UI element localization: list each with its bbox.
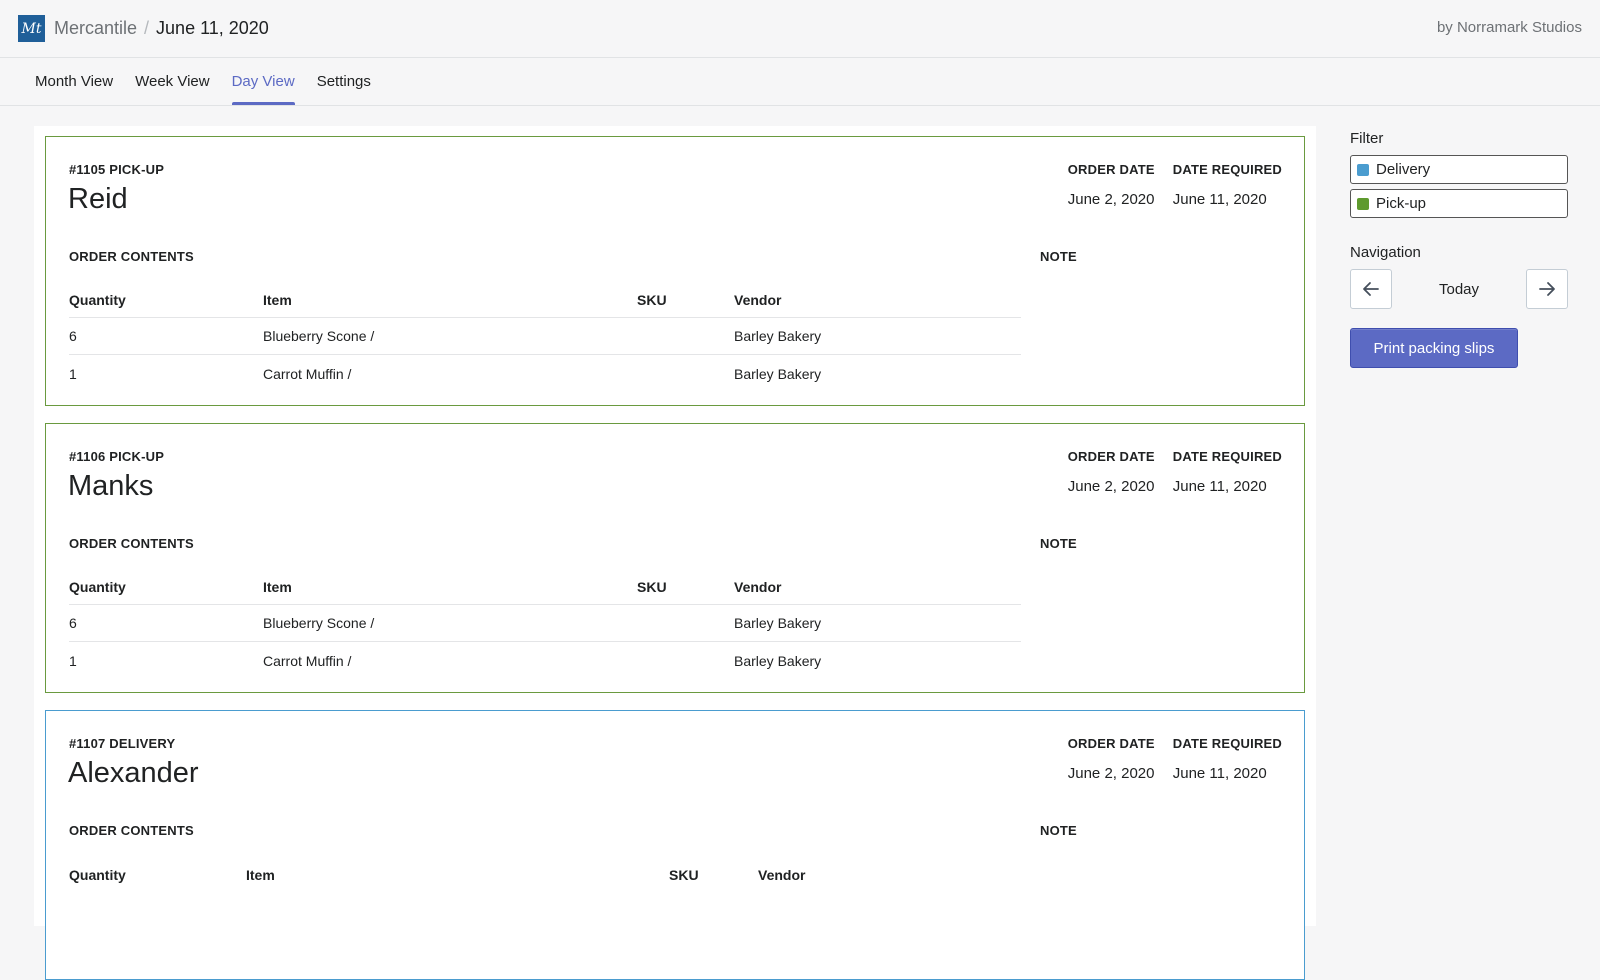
order-date-label: ORDER DATE — [1067, 162, 1155, 177]
cell-item: Carrot Muffin / — [263, 652, 352, 669]
order-dates: ORDER DATE June 2, 2020 DATE REQUIRED Ju… — [1068, 736, 1282, 782]
date-required-value: June 11, 2020 — [1172, 478, 1267, 495]
date-required-value: June 11, 2020 — [1172, 191, 1267, 208]
col-vendor: Vendor — [758, 866, 806, 883]
order-items-table: Quantity Item SKU Vendor 6 Blueberry Sco… — [69, 283, 1021, 392]
date-required-label: DATE REQUIRED — [1172, 449, 1282, 464]
table-header: Quantity Item SKU Vendor — [69, 570, 1021, 605]
table-row: 6 Blueberry Scone / Barley Bakery — [69, 605, 1021, 642]
pickup-swatch-icon — [1357, 197, 1369, 210]
order-dates: ORDER DATE June 2, 2020 DATE REQUIRED Ju… — [1068, 449, 1282, 495]
cell-vendor: Barley Bakery — [734, 365, 822, 382]
customer-name: Manks — [68, 470, 154, 502]
filter-delivery-label: Delivery — [1376, 161, 1431, 178]
filter-heading: Filter — [1350, 130, 1384, 147]
order-number-type: #1107 DELIVERY — [69, 736, 176, 751]
date-required: DATE REQUIRED June 11, 2020 — [1173, 736, 1282, 782]
col-sku: SKU — [669, 866, 699, 883]
byline: by Norramark Studios — [1436, 19, 1582, 36]
orders-panel: #1105 PICK-UP Reid ORDER DATE June 2, 20… — [34, 126, 1316, 980]
navigation-heading: Navigation — [1350, 244, 1421, 261]
col-sku: SKU — [637, 579, 667, 595]
col-sku: SKU — [637, 292, 667, 308]
table-row: 1 Carrot Muffin / Barley Bakery — [69, 642, 1021, 679]
order-contents-label: ORDER CONTENTS — [69, 823, 194, 838]
order-date-label: ORDER DATE — [1067, 449, 1155, 464]
date-required: DATE REQUIRED June 11, 2020 — [1173, 162, 1282, 208]
date-required-label: DATE REQUIRED — [1172, 736, 1282, 751]
sidebar: Filter Delivery Pick-up Navigation Today… — [1350, 130, 1568, 368]
order-date: ORDER DATE June 2, 2020 — [1068, 736, 1155, 782]
col-vendor: Vendor — [734, 292, 782, 308]
breadcrumb-separator: / — [144, 18, 150, 38]
note-label: NOTE — [1040, 536, 1077, 551]
order-card: #1106 PICK-UP Manks ORDER DATE June 2, 2… — [45, 423, 1305, 693]
top-bar: Mt Mercantile / June 11, 2020 by Norrama… — [0, 0, 1600, 58]
table-header: Quantity Item SKU Vendor — [69, 283, 1021, 318]
table-header: Quantity Item SKU Vendor — [69, 857, 1021, 892]
cell-item: Blueberry Scone / — [263, 615, 375, 631]
col-item: Item — [263, 579, 292, 595]
table-row: 1 Carrot Muffin / Barley Bakery — [69, 355, 1021, 392]
cell-quantity: 1 — [69, 365, 77, 382]
date-required: DATE REQUIRED June 11, 2020 — [1173, 449, 1282, 495]
cell-vendor: Barley Bakery — [734, 615, 822, 631]
order-date-value: June 2, 2020 — [1067, 478, 1155, 495]
today-button[interactable]: Today — [1439, 281, 1479, 298]
col-quantity: Quantity — [69, 579, 126, 595]
order-dates: ORDER DATE June 2, 2020 DATE REQUIRED Ju… — [1068, 162, 1282, 208]
order-date-value: June 2, 2020 — [1067, 765, 1155, 782]
order-card: #1107 DELIVERY Alexander ORDER DATE June… — [45, 710, 1305, 980]
order-date: ORDER DATE June 2, 2020 — [1068, 162, 1155, 208]
next-day-button[interactable] — [1526, 269, 1568, 309]
note-label: NOTE — [1040, 823, 1077, 838]
note-label: NOTE — [1040, 249, 1077, 264]
app-logo[interactable]: Mt — [18, 15, 45, 42]
cell-item: Blueberry Scone / — [263, 328, 375, 344]
order-items-table: Quantity Item SKU Vendor — [69, 857, 1021, 892]
cell-quantity: 6 — [69, 615, 77, 631]
date-required-label: DATE REQUIRED — [1172, 162, 1282, 177]
customer-name: Reid — [68, 183, 128, 215]
date-navigation: Today — [1350, 269, 1568, 309]
delivery-swatch-icon — [1357, 163, 1369, 176]
col-quantity: Quantity — [69, 866, 126, 883]
filter-delivery[interactable]: Delivery — [1350, 155, 1568, 184]
cell-quantity: 1 — [69, 652, 77, 669]
cell-vendor: Barley Bakery — [734, 328, 822, 344]
order-items-table: Quantity Item SKU Vendor 6 Blueberry Sco… — [69, 570, 1021, 679]
order-number-type: #1106 PICK-UP — [69, 449, 165, 464]
order-date-value: June 2, 2020 — [1067, 191, 1155, 208]
cell-quantity: 6 — [69, 328, 77, 344]
customer-name: Alexander — [68, 757, 199, 789]
cell-item: Carrot Muffin / — [263, 365, 352, 382]
col-item: Item — [263, 292, 292, 308]
order-card: #1105 PICK-UP Reid ORDER DATE June 2, 20… — [45, 136, 1305, 406]
tab-month-view[interactable]: Month View — [24, 58, 124, 105]
view-tabs: Month View Week View Day View Settings — [0, 58, 1600, 106]
date-required-value: June 11, 2020 — [1172, 765, 1267, 782]
arrow-left-icon — [1363, 282, 1379, 296]
print-packing-slips-button[interactable]: Print packing slips — [1350, 328, 1518, 368]
tab-day-view[interactable]: Day View — [221, 58, 306, 105]
table-row: 6 Blueberry Scone / Barley Bakery — [69, 318, 1021, 355]
order-date: ORDER DATE June 2, 2020 — [1068, 449, 1155, 495]
col-quantity: Quantity — [69, 292, 126, 308]
tab-week-view[interactable]: Week View — [124, 58, 220, 105]
cell-vendor: Barley Bakery — [734, 652, 822, 669]
tab-settings[interactable]: Settings — [306, 58, 382, 105]
order-number-type: #1105 PICK-UP — [69, 162, 165, 177]
arrow-right-icon — [1539, 282, 1555, 296]
breadcrumb-app[interactable]: Mercantile — [54, 18, 137, 39]
filter-pickup-label: Pick-up — [1376, 195, 1427, 212]
col-item: Item — [246, 866, 275, 883]
previous-day-button[interactable] — [1350, 269, 1392, 309]
order-date-label: ORDER DATE — [1067, 736, 1155, 751]
breadcrumb-date: June 11, 2020 — [156, 18, 269, 38]
filter-pickup[interactable]: Pick-up — [1350, 189, 1568, 218]
order-contents-label: ORDER CONTENTS — [69, 249, 194, 264]
order-contents-label: ORDER CONTENTS — [69, 536, 194, 551]
col-vendor: Vendor — [734, 579, 782, 595]
